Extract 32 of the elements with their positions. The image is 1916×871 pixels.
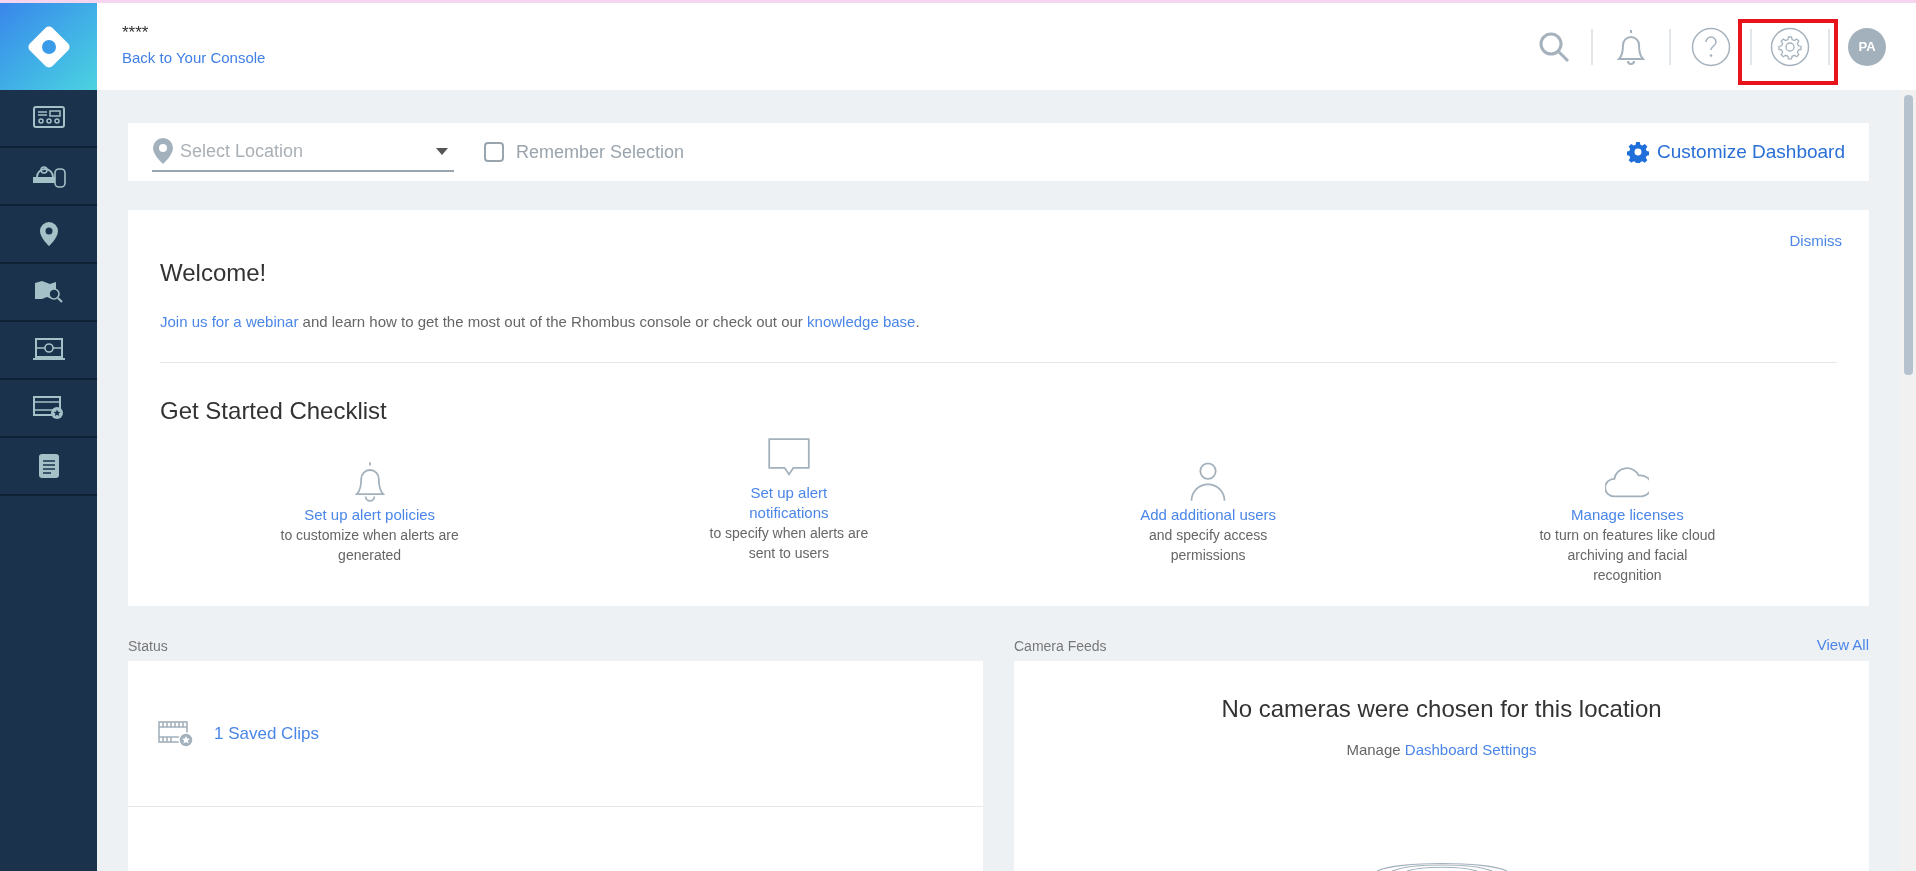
remember-selection-label: Remember Selection: [516, 140, 685, 164]
view-all-link[interactable]: View All: [1816, 636, 1869, 653]
page-title: ****: [122, 23, 150, 44]
dismiss-link[interactable]: Dismiss: [1789, 230, 1842, 253]
checklist-description: to customize when alerts are generated: [279, 526, 460, 565]
section-label: Status: [128, 637, 169, 656]
user-avatar[interactable]: PA: [1848, 27, 1886, 66]
checklist-link[interactable]: Set up alert notifications: [708, 483, 869, 523]
link[interactable]: Join us for a webinar: [160, 312, 299, 330]
welcome-heading: Welcome!: [160, 257, 268, 288]
saved-clips-link[interactable]: 1 Saved Clips: [214, 720, 319, 747]
checklist-link[interactable]: Manage licenses: [1571, 505, 1684, 525]
gear-icon: [1627, 141, 1649, 163]
welcome-message: Join us for a webinar and learn how to get the most out of the Rhombus console or check out our knowledge base.: [160, 311, 921, 332]
empty-message: No cameras were chosen for this location: [1221, 694, 1662, 724]
checklist-description: and specify access permissions: [1147, 526, 1269, 565]
customize-dashboard-button[interactable]: Customize Dashboard: [1627, 137, 1845, 167]
checklist-link[interactable]: Add additional users: [1140, 505, 1277, 525]
manage-settings-text: Manage Dashboard Settings: [1346, 740, 1537, 760]
dashboard-settings-link[interactable]: Dashboard Settings: [1404, 741, 1537, 758]
location-pin-icon: [152, 137, 174, 165]
checklist-link[interactable]: Set up alert policies: [304, 505, 436, 525]
section-label: Camera Feeds: [1014, 637, 1107, 656]
link[interactable]: knowledge base: [807, 312, 916, 330]
checklist-description: to turn on features like cloud archiving and facial recognition: [1538, 526, 1717, 585]
dropdown-caret-icon: [436, 147, 448, 155]
location-select[interactable]: Select Location: [152, 132, 454, 172]
checkbox[interactable]: [484, 142, 504, 162]
saved-clips-icon: [158, 719, 194, 748]
checklist-heading: Get Started Checklist: [160, 396, 388, 426]
checklist-description: to specify when alerts are sent to users: [708, 524, 870, 563]
back-link[interactable]: Back to Your Console: [122, 47, 266, 70]
